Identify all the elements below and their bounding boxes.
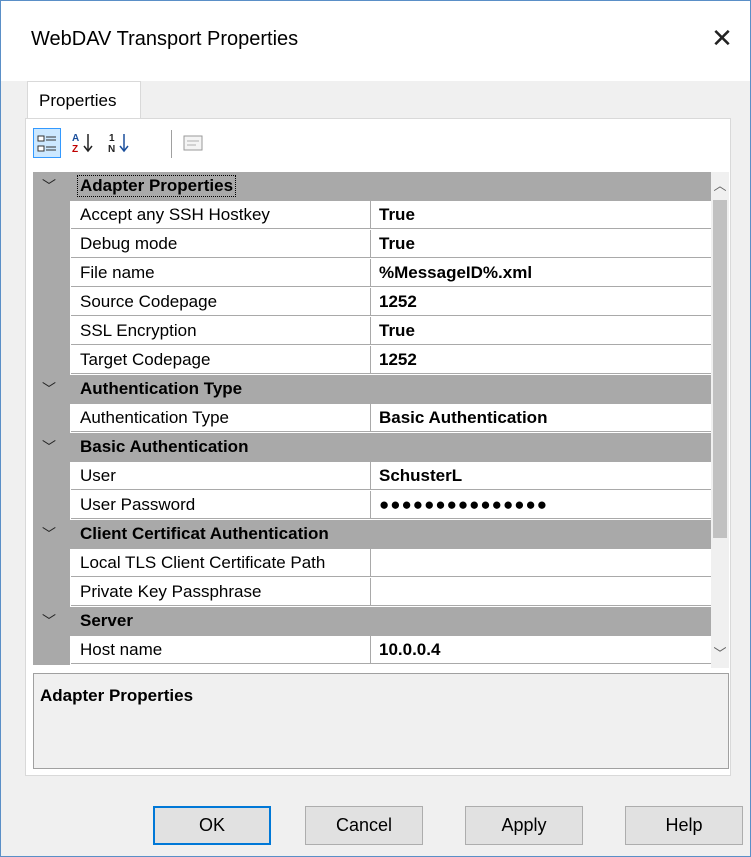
property-value[interactable]: True — [371, 317, 711, 345]
category-client-certificate-authentication[interactable]: ﹀ Client Certificat Authentication — [33, 520, 711, 549]
property-row[interactable]: SSL Encryption True — [33, 317, 711, 346]
property-row[interactable]: User SchusterL — [33, 462, 711, 491]
property-name: Authentication Type — [71, 404, 371, 432]
property-name: Target Codepage — [71, 346, 371, 374]
property-name: User — [71, 462, 371, 490]
scroll-down-icon[interactable]: ﹀ — [711, 644, 729, 664]
property-row[interactable]: Target Codepage 1252 — [33, 346, 711, 375]
svg-text:1: 1 — [109, 133, 115, 144]
property-row[interactable]: Debug mode True — [33, 230, 711, 259]
property-value[interactable] — [371, 549, 711, 577]
svg-text:N: N — [108, 144, 115, 155]
property-row[interactable]: File name %MessageID%.xml — [33, 259, 711, 288]
property-row[interactable]: Private Key Passphrase — [33, 578, 711, 607]
property-name: Source Codepage — [71, 288, 371, 316]
categorized-button[interactable] — [33, 128, 61, 158]
category-label: Adapter Properties — [76, 175, 237, 197]
property-grid: ﹀ Adapter Properties Accept any SSH Host… — [33, 172, 711, 668]
category-server[interactable]: ﹀ Server — [33, 607, 711, 636]
property-value[interactable]: SchusterL — [371, 462, 711, 490]
property-row[interactable]: Authentication Type Basic Authentication — [33, 404, 711, 433]
password-value[interactable]: ●●●●●●●●●●●●●●● — [371, 491, 711, 519]
sort-numeric-button[interactable]: 1 N — [105, 128, 133, 158]
toolbar-separator — [171, 130, 172, 158]
property-name: Local TLS Client Certificate Path — [71, 549, 371, 577]
ok-button[interactable]: OK — [153, 806, 271, 845]
property-row[interactable]: Host name 10.0.0.4 — [33, 636, 711, 665]
category-label: Server — [80, 611, 133, 630]
property-name: Debug mode — [71, 230, 371, 258]
chevron-down-icon[interactable]: ﹀ — [37, 609, 61, 633]
chevron-down-icon[interactable]: ﹀ — [37, 435, 61, 459]
description-pane: Adapter Properties — [33, 673, 729, 769]
tab-label: Properties — [39, 91, 117, 110]
apply-button[interactable]: Apply — [465, 806, 583, 845]
property-name: SSL Encryption — [71, 317, 371, 345]
property-name: Accept any SSH Hostkey — [71, 201, 371, 229]
scrollbar-thumb[interactable] — [713, 200, 727, 538]
window-title: WebDAV Transport Properties — [31, 28, 299, 50]
property-grid-toolbar: A Z 1 N — [33, 124, 723, 164]
category-adapter-properties[interactable]: ﹀ Adapter Properties — [33, 172, 711, 201]
property-value[interactable] — [371, 578, 711, 606]
property-value[interactable]: %MessageID%.xml — [371, 259, 711, 287]
tab-properties[interactable]: Properties — [27, 81, 141, 118]
chevron-down-icon[interactable]: ﹀ — [37, 174, 61, 198]
property-value[interactable]: True — [371, 230, 711, 258]
property-name: File name — [71, 259, 371, 287]
property-row[interactable]: Local TLS Client Certificate Path — [33, 549, 711, 578]
category-label: Basic Authentication — [80, 437, 249, 456]
property-row[interactable]: User Password ●●●●●●●●●●●●●●● — [33, 491, 711, 520]
scroll-up-icon[interactable]: ︿ — [711, 176, 729, 196]
sort-alphabetical-icon: A Z — [72, 133, 93, 155]
property-pages-button[interactable] — [179, 128, 207, 158]
category-authentication-type[interactable]: ﹀ Authentication Type — [33, 375, 711, 404]
help-button[interactable]: Help — [625, 806, 743, 845]
property-value[interactable]: 1252 — [371, 288, 711, 316]
property-pages-icon — [183, 135, 203, 151]
svg-text:A: A — [72, 133, 79, 144]
property-value[interactable]: True — [371, 201, 711, 229]
property-value[interactable]: 10.0.0.4 — [371, 636, 711, 664]
sort-numeric-icon: 1 N — [108, 133, 129, 155]
category-label: Authentication Type — [80, 379, 243, 398]
title-bar: WebDAV Transport Properties ✕ — [1, 1, 750, 81]
description-title: Adapter Properties — [40, 686, 194, 705]
property-row[interactable]: Accept any SSH Hostkey True — [33, 201, 711, 230]
svg-text:Z: Z — [72, 144, 78, 155]
vertical-scrollbar[interactable]: ︿ ﹀ — [711, 172, 729, 668]
category-basic-authentication[interactable]: ﹀ Basic Authentication — [33, 433, 711, 462]
chevron-down-icon[interactable]: ﹀ — [37, 377, 61, 401]
property-value[interactable]: 1252 — [371, 346, 711, 374]
close-icon[interactable]: ✕ — [707, 23, 737, 53]
property-name: Host name — [71, 636, 371, 664]
sort-alphabetical-button[interactable]: A Z — [69, 128, 97, 158]
property-row[interactable]: Source Codepage 1252 — [33, 288, 711, 317]
property-value[interactable]: Basic Authentication — [371, 404, 711, 432]
property-name: User Password — [71, 491, 371, 519]
cancel-button[interactable]: Cancel — [305, 806, 423, 845]
category-label: Client Certificat Authentication — [80, 524, 329, 543]
property-name: Private Key Passphrase — [71, 578, 371, 606]
categorized-icon — [37, 135, 56, 152]
chevron-down-icon[interactable]: ﹀ — [37, 522, 61, 546]
